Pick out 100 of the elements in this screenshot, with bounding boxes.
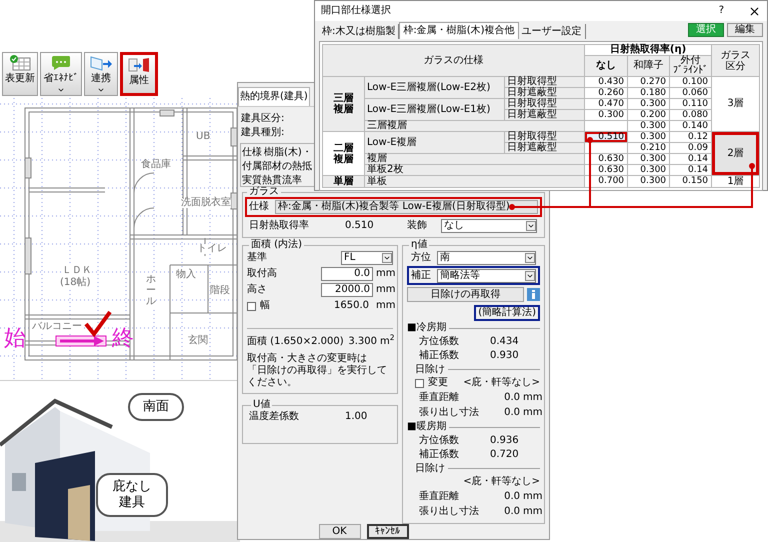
room-label: ＬＤＫ	[62, 266, 92, 276]
table-cell: 単板2枚	[364, 164, 585, 176]
field-label: 付属部材の熱抵	[242, 162, 312, 172]
info-icon	[527, 288, 540, 301]
room-label: UB	[196, 132, 210, 142]
caret-icon	[382, 253, 392, 263]
class-cell[interactable]: 3層	[712, 76, 760, 132]
dropdown[interactable]: 南	[437, 251, 536, 265]
field-label: 実質熱貫流率	[242, 176, 302, 186]
input-field[interactable]: 2000.0	[321, 283, 373, 297]
field-value: 0.720	[490, 449, 519, 460]
section-title: 日除け	[415, 464, 445, 474]
field-value: 0.0	[504, 392, 520, 402]
column-header: 日射熱取得率(η)	[584, 44, 712, 56]
table-cell: 日射取得型	[504, 132, 585, 142]
dropdown[interactable]: 簡略法等	[437, 268, 536, 282]
field-value: 0.510	[345, 220, 374, 230]
door-arrow-icon	[128, 57, 150, 73]
field-label: 仕様	[242, 148, 262, 158]
table-cell: 日射取得型	[504, 76, 585, 88]
field-value: mm	[523, 392, 542, 402]
table-cell: 複層	[364, 154, 585, 164]
field-value: mm	[523, 506, 542, 516]
field-label: 高さ	[247, 284, 267, 295]
field-label: 装飾	[407, 220, 427, 230]
reacquire-button[interactable]: 日除けの再取得	[407, 287, 524, 302]
tab[interactable]: 熱的境界(建具)	[238, 87, 310, 106]
dropdown[interactable]: FL	[341, 251, 393, 265]
field-value: 0.0	[504, 506, 520, 516]
dialog-button[interactable]: ｷｬﾝｾﾙ	[366, 524, 408, 539]
room-label: (18帖)	[60, 278, 91, 288]
field-value: mm	[523, 406, 542, 418]
window-title: 開口部仕様選択	[321, 6, 391, 16]
field-label: 温度差係数	[249, 411, 299, 422]
room-label: 玄関	[188, 336, 208, 346]
field-value: 0.0	[504, 408, 520, 418]
group-cell: 三層 複層	[322, 76, 364, 132]
column-header: ガラスの仕様	[322, 44, 585, 76]
field-label: 幅	[260, 300, 270, 311]
field-value: 3.300	[348, 337, 377, 347]
field-label: 張り出し寸法	[419, 406, 479, 418]
toolbar-button[interactable]: 連携	[84, 52, 118, 96]
caret-icon	[57, 86, 65, 94]
column-header: ガラス 区分	[712, 44, 760, 76]
field-label: 垂直距離	[419, 490, 459, 502]
field-value: 0.0	[504, 492, 520, 502]
field-value: mm	[376, 268, 396, 279]
room-label: ホール	[146, 274, 156, 307]
dialog-button[interactable]: OK	[318, 524, 360, 539]
field-value: mm	[376, 300, 396, 311]
field-label: 補正係数	[419, 350, 459, 361]
room-label: トイレ	[197, 244, 227, 254]
room-label: バルコニー	[32, 322, 82, 332]
help-button[interactable]: ?	[718, 6, 724, 16]
tab[interactable]: 枠:金属・樹脂(木)複合他	[399, 22, 519, 39]
field-label: 方位	[411, 253, 431, 263]
class-cell[interactable]: 2層	[712, 132, 760, 176]
tab[interactable]: ユーザー設定	[518, 24, 586, 39]
toolbar-button[interactable]: 表更新	[2, 52, 38, 96]
field-value: 0.434	[490, 336, 519, 347]
table-cell: 日射遮蔽型	[504, 142, 585, 154]
end-label: 終	[112, 328, 134, 350]
caret-icon	[525, 253, 535, 263]
toolbar-button[interactable]: 省ｴﾈﾅﾋﾞ	[40, 52, 82, 96]
checkbox[interactable]	[247, 302, 256, 310]
checkbox[interactable]	[415, 378, 424, 388]
spec-field[interactable]: 枠:金属・樹脂(木)複合製等 Low-E複層(日射取得型)	[275, 200, 538, 214]
field-value: mm	[523, 490, 542, 502]
field-label: 取付高	[247, 268, 277, 279]
input-field[interactable]: 0.0	[321, 267, 373, 281]
field-label: 補正係数	[419, 449, 459, 460]
field-label: 垂直距離	[419, 392, 459, 402]
field-label: 方位係数	[419, 435, 459, 446]
room-label: 物入	[176, 270, 196, 280]
dialog-button[interactable]: 編集	[727, 23, 763, 37]
field-label: 日射熱取得率	[249, 220, 309, 230]
field-label: 建具種別:	[241, 128, 284, 138]
table-cell: Low-E三層複層(Low-E1枚)	[364, 98, 504, 120]
dropdown[interactable]: なし	[441, 218, 537, 232]
close-icon[interactable]	[748, 4, 761, 18]
field-label: 基準	[247, 253, 267, 263]
table-cell: 三層複層	[364, 120, 585, 132]
group-title: η値	[410, 240, 428, 250]
table-cell: 日射取得型	[504, 98, 585, 110]
check-mark-icon	[84, 310, 112, 338]
field-value: 1.00	[345, 411, 368, 422]
column-header: 和障子	[628, 56, 670, 76]
method-label: (簡略計算法)	[474, 305, 540, 321]
speech-bubble-icon	[51, 55, 71, 71]
group-title: ガラス	[248, 187, 280, 197]
room-label: 食品庫	[141, 160, 171, 170]
field-label: 面積 (1.650×2.000)	[247, 336, 344, 347]
group-title: 面積 (内法)	[250, 240, 303, 250]
field-label: 張り出し寸法	[419, 506, 479, 516]
field-value: 1650.0	[334, 301, 369, 311]
toolbar-button[interactable]: 属性	[120, 52, 158, 96]
group-cell: 単層	[322, 176, 364, 188]
field-label: 変更	[428, 378, 448, 388]
callout: 庇なし 建具	[96, 473, 168, 517]
table-cell: 日射遮蔽型	[504, 110, 585, 120]
